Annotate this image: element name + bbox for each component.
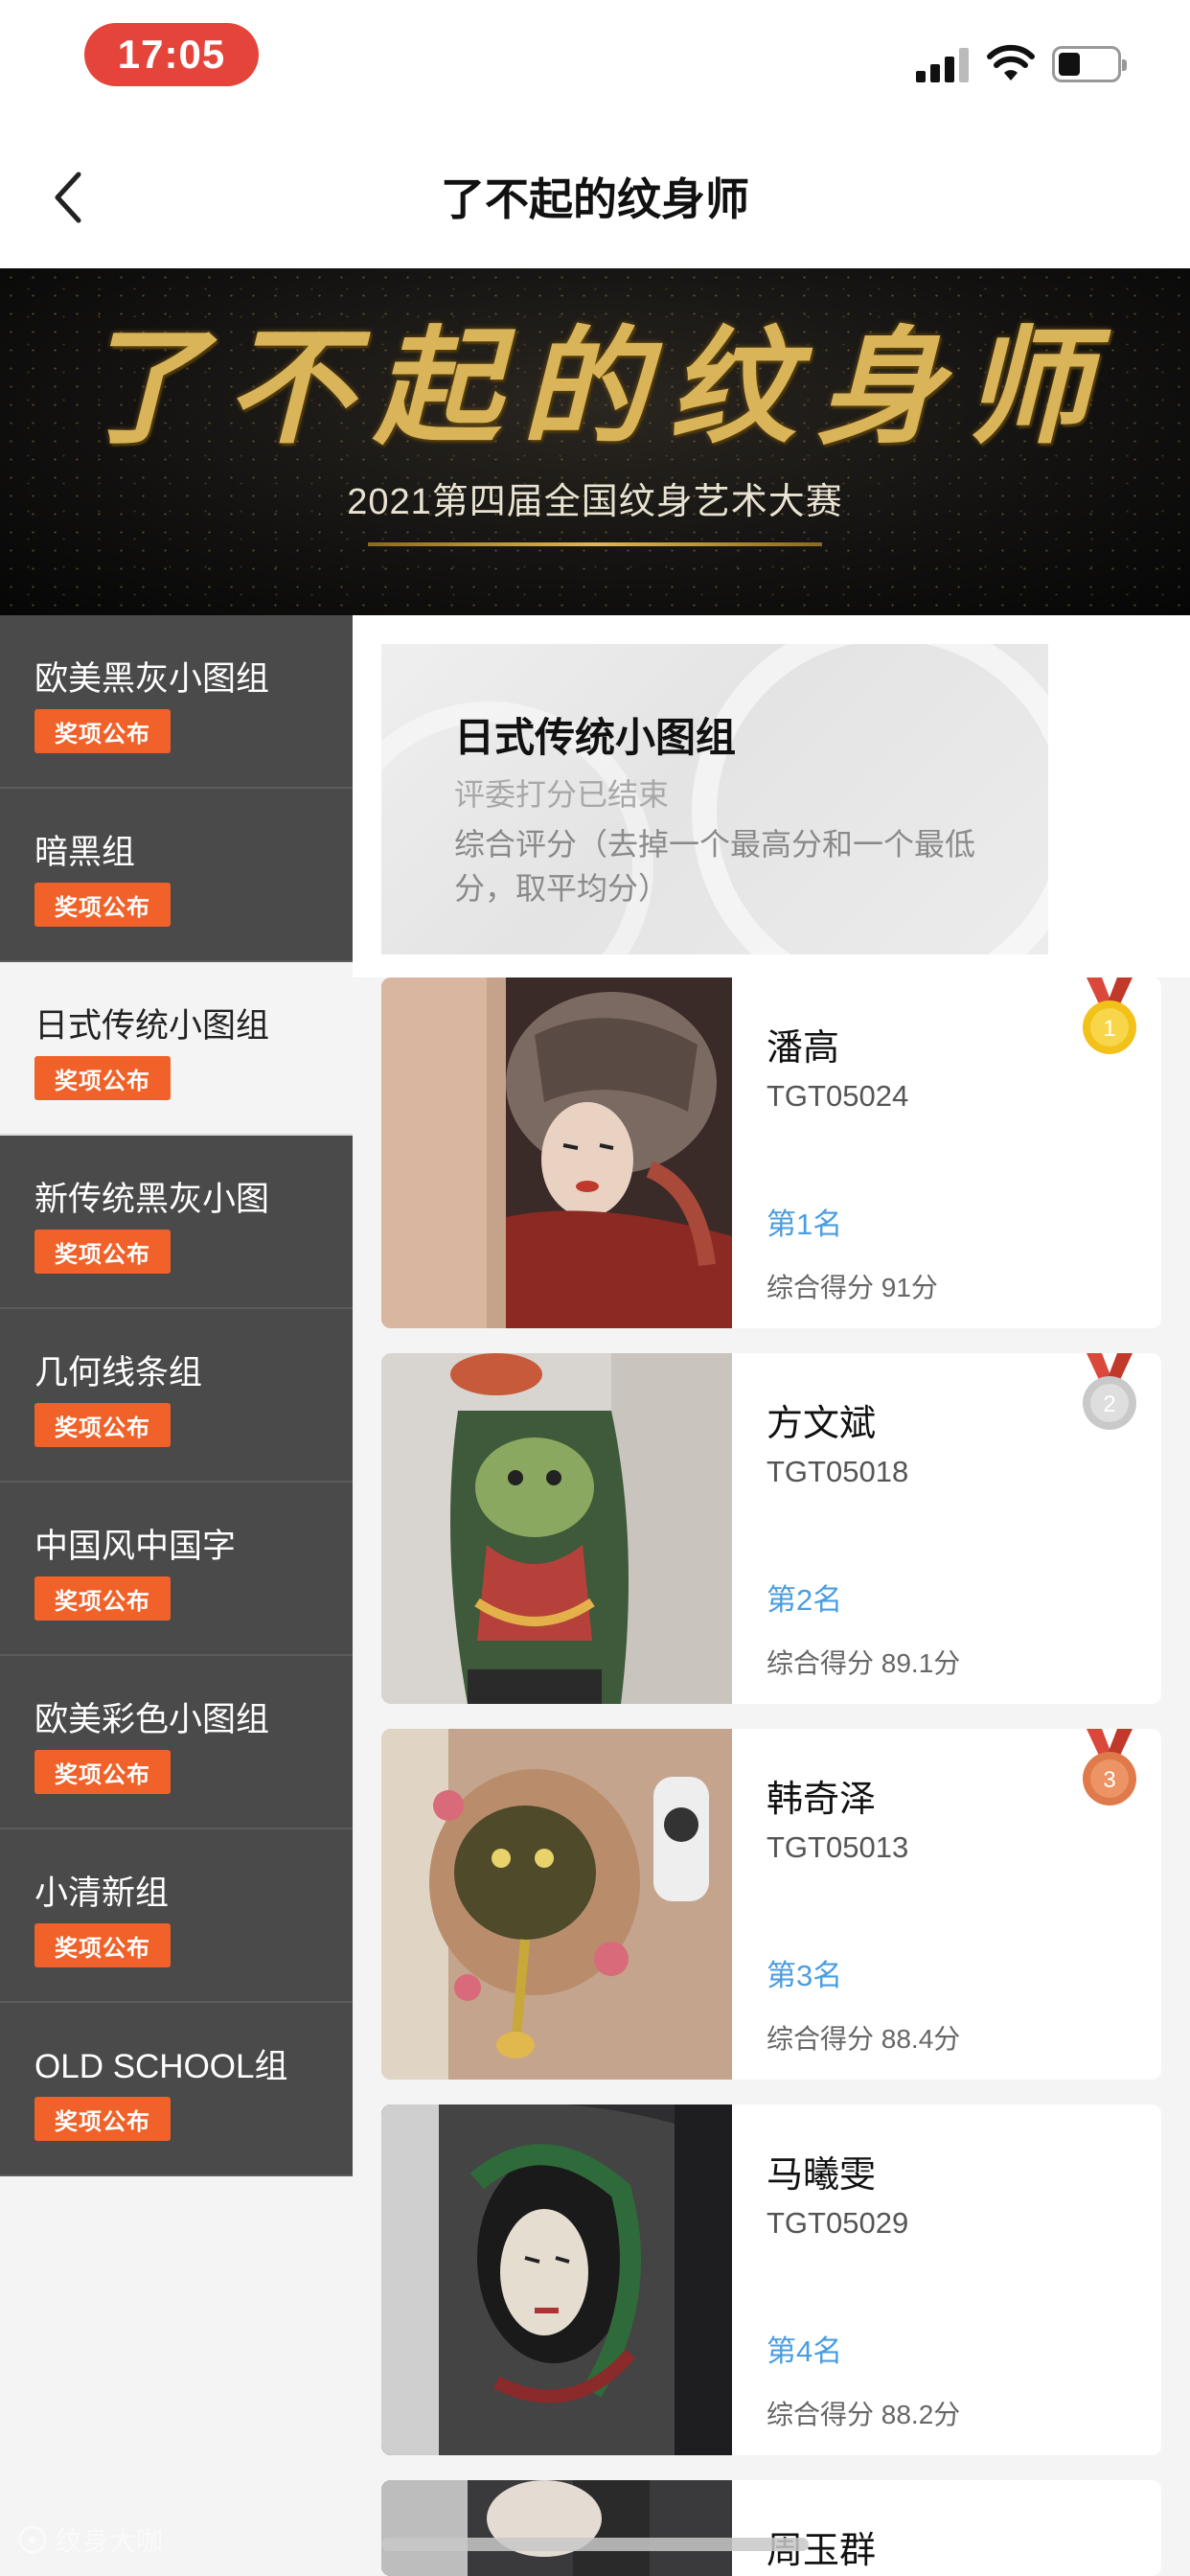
entry-code: TGT05024 [767,1079,909,1113]
results-panel: 日式传统小图组 评委打分已结束 综合评分（去掉一个最高分和一个最低分，取平均分）… [353,615,1190,2576]
sidebar-item-label: OLD SCHOOL组 [34,2048,288,2085]
entry-rank: 第1名 [767,1208,843,1241]
award-badge: 奖项公布 [34,1230,171,1274]
award-badge: 奖项公布 [34,883,171,927]
artist-name: 潘高 [767,1028,840,1069]
tattoo-photo [381,1729,732,2080]
entry-score: 综合得分 88.2分 [767,2400,961,2429]
category-sidebar: 欧美黑灰小图组 奖项公布 暗黑组 奖项公布 日式传统小图组 奖项公布 新传统黑灰… [0,615,353,2576]
home-indicator [381,2538,809,2551]
nav-bar: 了不起的纹身师 [0,125,1190,268]
sidebar-item-label: 小清新组 [34,1874,170,1912]
back-chevron-icon[interactable] [46,167,92,228]
award-badge: 奖项公布 [34,1403,171,1447]
tattoo-photo [381,1353,732,1704]
group-header: 日式传统小图组 评委打分已结束 综合评分（去掉一个最高分和一个最低分，取平均分） [353,615,1190,978]
sidebar-item-label: 新传统黑灰小图 [34,1181,270,1218]
award-badge: 奖项公布 [34,2097,171,2141]
bronze-medal-icon: 3 [1083,1729,1136,1806]
medal-number: 3 [1103,1767,1115,1793]
entry-rank: 第2名 [767,1583,843,1617]
entry-rank: 第4名 [767,2334,843,2368]
watermark-logo-icon [18,2525,47,2554]
group-title: 日式传统小图组 [454,715,737,760]
tattoo-photo [381,2104,732,2455]
silver-medal-icon: 2 [1083,1353,1136,1430]
wifi-icon [987,44,1035,80]
scoring-rule: 综合评分（去掉一个最高分和一个最低分，取平均分） [454,827,976,906]
entry-card[interactable]: 方文斌 TGT05018 第2名 综合得分 89.1分 2 [381,1353,1161,1704]
entry-card[interactable]: 马曦雯 TGT05029 第4名 综合得分 88.2分 [381,2104,1161,2455]
sidebar-item-label: 中国风中国字 [34,1528,237,1565]
watermark: 纹身大咖 [17,2520,163,2559]
sidebar-item-fresh[interactable]: 小清新组 奖项公布 [0,1829,353,2003]
sidebar-item-japanese-traditional[interactable]: 日式传统小图组 奖项公布 [0,962,353,1136]
entry-rank: 第3名 [767,1959,843,1992]
contest-banner: 了不起的纹身师 2021第四届全国纹身艺术大赛 [0,268,1190,615]
judging-status: 评委打分已结束 [454,777,670,812]
medal-number: 2 [1103,1392,1115,1417]
artist-name: 韩奇泽 [767,1780,877,1820]
sidebar-item-old-school[interactable]: OLD SCHOOL组 奖项公布 [0,2003,353,2176]
award-badge: 奖项公布 [34,1750,171,1794]
watermark-text: 纹身大咖 [56,2526,164,2556]
award-badge: 奖项公布 [34,709,171,753]
sidebar-item-label: 欧美彩色小图组 [34,1701,270,1738]
medal-number: 1 [1103,1016,1115,1042]
entry-code: TGT05029 [767,2206,909,2240]
sidebar-item-neo-traditional[interactable]: 新传统黑灰小图 奖项公布 [0,1136,353,1309]
banner-divider [368,542,822,546]
sidebar-item-western-color[interactable]: 欧美彩色小图组 奖项公布 [0,1656,353,1829]
award-badge: 奖项公布 [34,1056,171,1100]
sidebar-item-label: 几何线条组 [34,1354,203,1392]
entry-card[interactable]: 潘高 TGT05024 第1名 综合得分 91分 1 [381,978,1161,1328]
entry-score: 综合得分 91分 [767,1273,938,1302]
award-badge: 奖项公布 [34,1923,171,1967]
entry-code: TGT05018 [767,1455,909,1488]
battery-icon [1052,46,1127,82]
gold-medal-icon: 1 [1083,978,1136,1054]
banner-subtitle: 2021第四届全国纹身艺术大赛 [347,482,843,522]
cellular-signal-icon [916,48,970,82]
banner-title: 了不起的纹身师 [79,313,1111,462]
tattoo-photo [381,2480,732,2576]
entry-score: 综合得分 88.4分 [767,2024,961,2054]
artist-name: 方文斌 [767,1404,877,1444]
sidebar-item-western-black-grey[interactable]: 欧美黑灰小图组 奖项公布 [0,615,353,789]
group-info-card: 日式传统小图组 评委打分已结束 综合评分（去掉一个最高分和一个最低分，取平均分） [381,644,1048,954]
sidebar-item-chinese-style[interactable]: 中国风中国字 奖项公布 [0,1483,353,1656]
entry-score: 综合得分 89.1分 [767,1648,961,1678]
entry-card[interactable]: 周玉群 [381,2480,1161,2576]
entry-card[interactable]: 韩奇泽 TGT05013 第3名 综合得分 88.4分 3 [381,1729,1161,2080]
status-time: 17:05 [84,23,259,86]
sidebar-item-label: 欧美黑灰小图组 [34,660,270,698]
entry-code: TGT05013 [767,1830,909,1864]
award-badge: 奖项公布 [34,1576,171,1621]
artist-name: 马曦雯 [767,2155,877,2196]
page-title: 了不起的纹身师 [441,174,749,224]
sidebar-item-geometric[interactable]: 几何线条组 奖项公布 [0,1309,353,1483]
tattoo-photo [381,978,732,1328]
sidebar-item-label: 暗黑组 [34,834,136,871]
status-bar: 17:05 [0,0,1190,125]
sidebar-item-label: 日式传统小图组 [34,1007,270,1045]
sidebar-item-dark[interactable]: 暗黑组 奖项公布 [0,789,353,962]
